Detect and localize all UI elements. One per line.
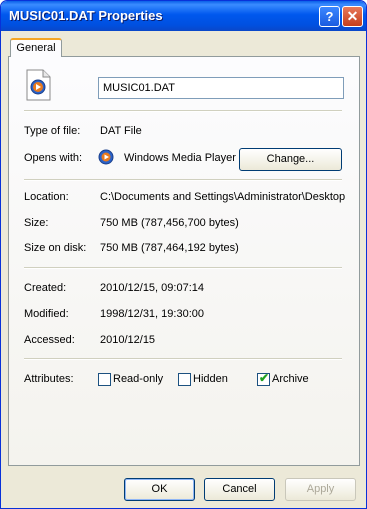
- modified-label: Modified:: [24, 308, 69, 320]
- location-label: Location:: [24, 191, 69, 203]
- close-button[interactable]: ✕: [342, 6, 363, 27]
- read-only-label[interactable]: Read-only: [113, 373, 163, 385]
- tab-general[interactable]: General: [10, 38, 62, 57]
- created-label: Created:: [24, 282, 67, 294]
- type-of-file-label: Type of file:: [24, 125, 81, 137]
- location-value: C:\Documents and Settings\Administrator\…: [100, 191, 346, 203]
- windows-media-player-icon: [98, 149, 114, 165]
- apply-button[interactable]: Apply: [285, 478, 356, 501]
- separator: [24, 110, 342, 112]
- help-button[interactable]: ?: [319, 6, 340, 27]
- general-panel: [8, 56, 360, 466]
- change-button[interactable]: Change...: [239, 148, 342, 171]
- window-title: MUSIC01.DAT Properties: [9, 8, 163, 23]
- size-on-disk-label: Size on disk:: [24, 242, 87, 254]
- title-bar[interactable]: MUSIC01.DAT Properties ? ✕: [1, 1, 366, 31]
- created-value: 2010/12/15, 09:07:14: [100, 282, 204, 294]
- opens-with-value: Windows Media Player: [124, 152, 236, 164]
- read-only-checkbox[interactable]: [98, 373, 111, 386]
- accessed-value: 2010/12/15: [100, 334, 156, 346]
- size-label: Size:: [24, 217, 49, 229]
- media-file-icon: [26, 69, 51, 101]
- ok-button[interactable]: OK: [124, 478, 195, 501]
- archive-checkbox[interactable]: ✔: [257, 371, 270, 386]
- modified-value: 1998/12/31, 19:30:00: [100, 308, 204, 320]
- type-of-file-value: DAT File: [100, 125, 142, 137]
- size-on-disk-value: 750 MB (787,464,192 bytes): [100, 242, 239, 254]
- cancel-button[interactable]: Cancel: [204, 478, 275, 501]
- attributes-label: Attributes:: [24, 373, 74, 385]
- accessed-label: Accessed:: [24, 334, 75, 346]
- archive-label[interactable]: Archive: [272, 373, 309, 385]
- hidden-label[interactable]: Hidden: [193, 373, 228, 385]
- properties-window: MUSIC01.DAT Properties ? ✕ General MUSIC…: [0, 0, 367, 509]
- file-name-field[interactable]: MUSIC01.DAT: [98, 77, 344, 99]
- opens-with-label: Opens with:: [24, 152, 83, 164]
- checkmark-icon: ✔: [259, 371, 270, 385]
- size-value: 750 MB (787,456,700 bytes): [100, 217, 239, 229]
- separator: [24, 358, 342, 360]
- separator: [24, 267, 342, 269]
- hidden-checkbox[interactable]: [178, 373, 191, 386]
- separator: [24, 179, 342, 181]
